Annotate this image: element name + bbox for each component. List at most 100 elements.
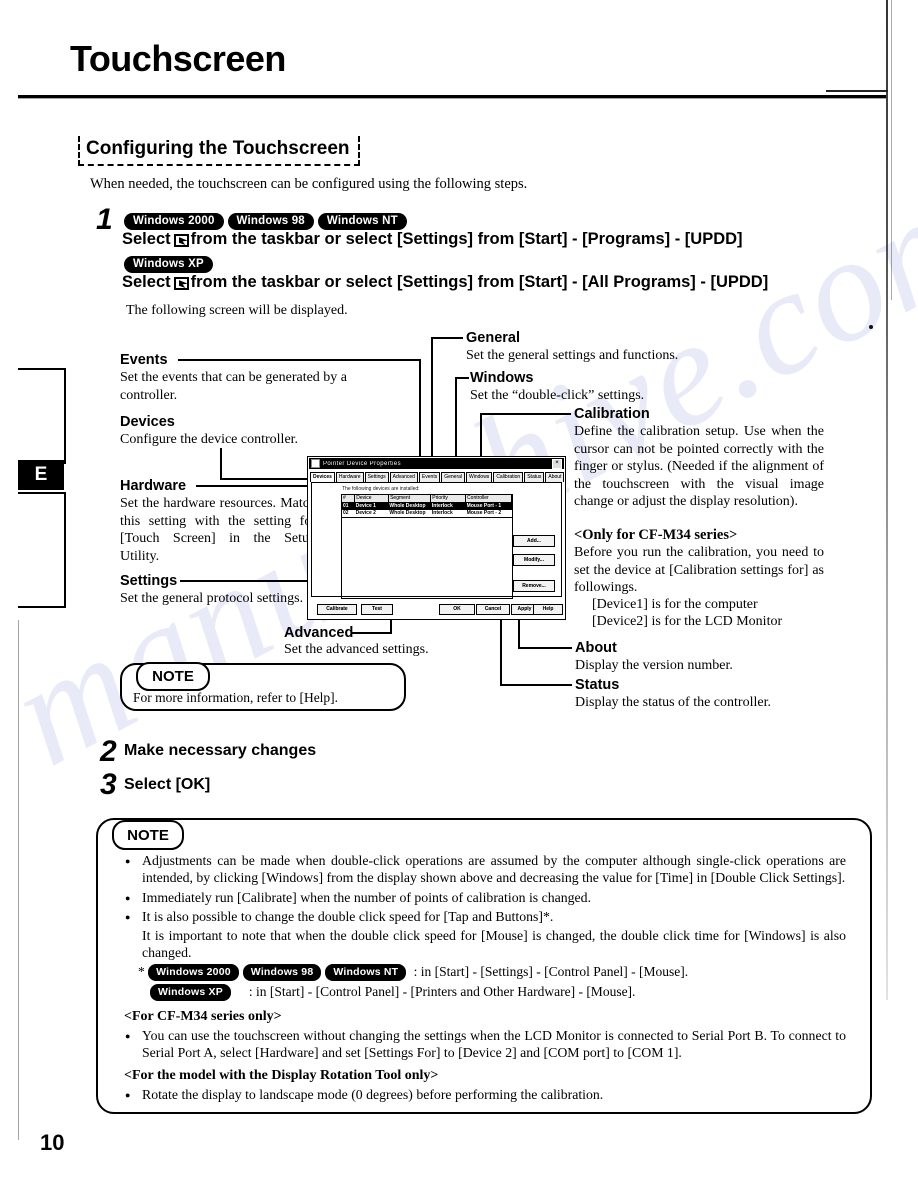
tab-calibration[interactable]: Calibration bbox=[493, 472, 524, 482]
cell-segment: Whole Desktop bbox=[389, 510, 426, 516]
leader-general-v bbox=[431, 337, 433, 465]
cell-device: Device 2 bbox=[355, 510, 376, 516]
note-2-os-line-b: Windows XP : in [Start] - [Control Panel]… bbox=[124, 982, 846, 1002]
annotation-title-devices: Devices bbox=[120, 414, 175, 430]
section-heading: Configuring the Touchscreen bbox=[86, 138, 350, 159]
leader-windows-h bbox=[455, 377, 469, 379]
cell-priority: Interlock bbox=[431, 510, 453, 516]
annotation-body-calibration-2: Before you run the calibration, you need… bbox=[574, 545, 824, 595]
step-1-os-badges-b: Windows XP bbox=[124, 255, 217, 273]
modify-button[interactable]: Modify... bbox=[513, 554, 555, 566]
leader-general-h bbox=[431, 337, 463, 339]
cell-segment: Whole Desktop bbox=[389, 503, 426, 509]
remove-button[interactable]: Remove... bbox=[513, 580, 555, 592]
cell-device: Device 1 bbox=[355, 503, 376, 509]
col-segment: Segment bbox=[389, 495, 432, 502]
os-badge-windows-98: Windows 98 bbox=[227, 212, 314, 230]
tab-general[interactable]: General bbox=[441, 472, 466, 482]
annotation-title-status: Status bbox=[575, 677, 620, 693]
leader-calibration-h bbox=[480, 413, 571, 415]
note-badge-2: NOTE bbox=[112, 820, 184, 850]
leader-hardware-h bbox=[196, 485, 313, 487]
add-button[interactable]: Add... bbox=[513, 535, 555, 547]
os-badge-windows-2000-note: Windows 2000 bbox=[148, 964, 239, 982]
note-2-os-line-a: * Windows 2000 Windows 98 Windows NT : in … bbox=[124, 962, 846, 982]
tab-status[interactable]: Status bbox=[524, 472, 545, 482]
page-number: 10 bbox=[40, 1130, 65, 1155]
note-2-bullet-1: Adjustments can be made when double-clic… bbox=[124, 852, 846, 887]
cell-controller: Mouse Port - 2 bbox=[466, 510, 502, 516]
annotation-body-status: Display the status of the controller. bbox=[575, 695, 771, 710]
calibrate-button[interactable]: Calibrate bbox=[317, 604, 357, 615]
note-2-rotation-bullet: Rotate the display to landscape mode (0 … bbox=[124, 1086, 846, 1104]
cancel-button[interactable]: Cancel bbox=[476, 604, 510, 615]
annotation-title-windows: Windows bbox=[470, 370, 534, 386]
leader-windows-v bbox=[455, 377, 457, 465]
close-icon[interactable]: × bbox=[552, 458, 562, 469]
margin-tab-box-top bbox=[18, 368, 66, 464]
os-badge-windows-xp-note: Windows XP bbox=[150, 984, 231, 1002]
tab-settings[interactable]: Settings bbox=[364, 472, 389, 482]
os-badge-windows-98-note: Windows 98 bbox=[242, 964, 322, 982]
ok-button[interactable]: OK bbox=[439, 604, 475, 615]
margin-tab-marker: E bbox=[18, 460, 64, 490]
tab-about[interactable]: About bbox=[545, 472, 565, 482]
cell-controller: Mouse Port - 1 bbox=[466, 503, 502, 509]
device-table[interactable]: # Device Segment Priority Controller 01 … bbox=[341, 494, 513, 518]
annotation-title-general: General bbox=[466, 330, 520, 346]
device-action-buttons[interactable]: Add... Modify... Remove... bbox=[513, 535, 555, 599]
step-3-text: Select [OK] bbox=[124, 776, 211, 793]
os-badge-windows-nt: Windows NT bbox=[317, 212, 407, 230]
step-1-number: 1 bbox=[96, 203, 113, 236]
note-2-content: Adjustments can be made when double-clic… bbox=[124, 852, 846, 1106]
step-1-instruction-a: Select from the taskbar or select [Settin… bbox=[122, 230, 743, 249]
leader-about-h bbox=[518, 647, 572, 649]
annotation-body-windows: Set the “double-click” settings. bbox=[470, 388, 645, 403]
annotation-body-events: Set the events that can be generated by … bbox=[120, 370, 348, 403]
taskbar-tray-icon bbox=[173, 233, 189, 247]
step-1-select-word-b: Select bbox=[122, 273, 171, 291]
dialog-app-icon bbox=[311, 459, 320, 468]
annotation-body-about: Display the version number. bbox=[575, 658, 733, 673]
leader-advanced-h bbox=[352, 632, 392, 634]
pointer-device-properties-dialog[interactable]: Pointer Device Properties × Devices Hard… bbox=[307, 456, 566, 620]
page-title: Touchscreen bbox=[70, 38, 286, 79]
dialog-title: Pointer Device Properties bbox=[323, 460, 402, 467]
note-2-os-text-a: : in [Start] - [Settings] - [Control Pan… bbox=[413, 963, 689, 979]
step-1-os-badges-a: Windows 2000 Windows 98 Windows NT bbox=[124, 212, 411, 230]
leader-events-h bbox=[178, 359, 421, 361]
dialog-tab-strip[interactable]: Devices Hardware Settings Advanced Event… bbox=[310, 470, 565, 482]
cell-priority: Interlock bbox=[431, 503, 453, 509]
annotation-subhead-cfm34: <Only for CF-M34 series> bbox=[574, 527, 738, 543]
col-priority: Priority bbox=[431, 495, 467, 502]
cell-num: 01 bbox=[343, 503, 349, 509]
help-button[interactable]: Help bbox=[533, 604, 563, 615]
note-2-os-text-b: : in [Start] - [Control Panel] - [Printe… bbox=[248, 983, 636, 999]
annotation-body-advanced: Set the advanced settings. bbox=[284, 642, 429, 657]
annotation-device1: [Device1] is for the computer bbox=[592, 597, 758, 612]
annotation-body-hardware: Set the hardware resources. Match this s… bbox=[120, 496, 316, 564]
device-list-label: The following devices are installed: bbox=[342, 486, 420, 492]
dialog-body: The following devices are installed: # D… bbox=[311, 482, 562, 599]
note-1-text: For more information, refer to [Help]. bbox=[133, 690, 339, 705]
tab-hardware[interactable]: Hardware bbox=[335, 472, 364, 482]
section-intro: When needed, the touchscreen can be conf… bbox=[90, 176, 528, 192]
annotation-body-devices: Configure the device controller. bbox=[120, 432, 299, 447]
tab-windows[interactable]: Windows bbox=[466, 472, 493, 482]
margin-tab-box-bottom bbox=[18, 492, 66, 608]
tab-devices[interactable]: Devices bbox=[310, 472, 335, 482]
step-3-number: 3 bbox=[100, 768, 117, 801]
test-button[interactable]: Test bbox=[361, 604, 393, 615]
tab-events[interactable]: Events bbox=[418, 472, 441, 482]
header-divider bbox=[18, 95, 886, 99]
annotation-body-settings: Set the general protocol settings. bbox=[120, 591, 304, 606]
leader-events-v bbox=[419, 359, 421, 465]
step-1-select-word-a: Select bbox=[122, 230, 171, 248]
step-1-instruction-text-b: from the taskbar or select [Settings] fr… bbox=[190, 273, 769, 291]
col-device: Device bbox=[355, 495, 390, 502]
annotation-title-events: Events bbox=[120, 352, 168, 368]
table-row[interactable]: 01 Device 1 Whole Desktop Interlock Mous… bbox=[342, 503, 512, 510]
note-2-section-head-rotation: <For the model with the Display Rotation… bbox=[124, 1068, 439, 1084]
tab-advanced[interactable]: Advanced bbox=[389, 472, 418, 482]
table-row[interactable]: 02 Device 2 Whole Desktop Interlock Mous… bbox=[342, 510, 512, 517]
